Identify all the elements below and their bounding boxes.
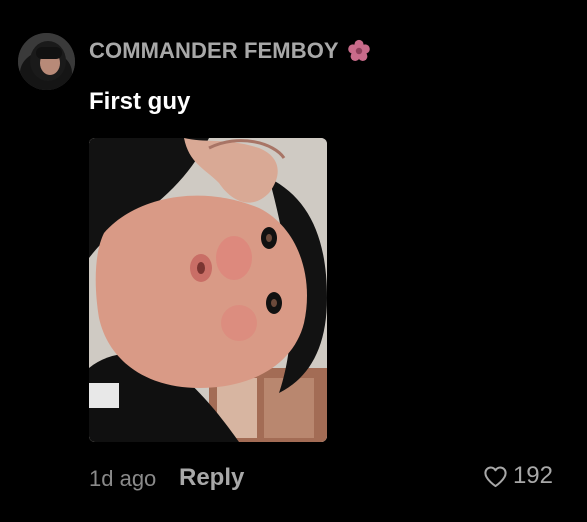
comment-text: First guy — [89, 88, 191, 115]
username-row: COMMANDER FEMBOY — [89, 38, 371, 64]
heart-icon[interactable] — [482, 463, 509, 490]
reply-button[interactable]: Reply — [179, 464, 244, 492]
comment-item: COMMANDER FEMBOY First guy 1d ago Reply … — [0, 0, 587, 522]
cherry-blossom-icon — [347, 39, 371, 63]
like-button[interactable]: 192 — [482, 462, 553, 490]
comment-photo[interactable] — [89, 138, 327, 442]
username[interactable]: COMMANDER FEMBOY — [89, 38, 339, 64]
like-count: 192 — [512, 462, 553, 489]
comment-timestamp: 1d ago — [89, 466, 157, 491]
avatar[interactable] — [18, 33, 75, 90]
